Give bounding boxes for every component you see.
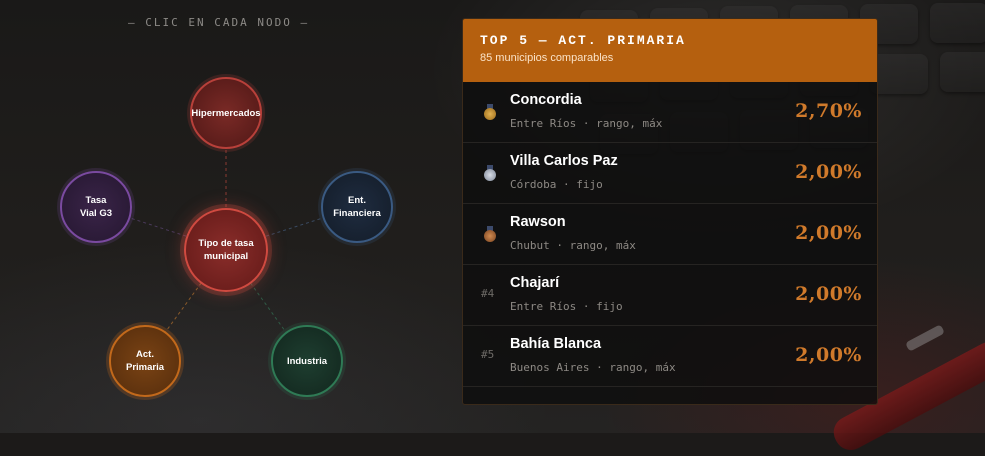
- row-city: Rawson: [510, 214, 566, 230]
- graph-node-ent-financiera-label: Ent. Financiera: [333, 195, 381, 219]
- row-meta: Buenos Aires · rango, máx: [510, 361, 676, 374]
- graph-node-center[interactable]: Tipo de tasa municipal: [184, 208, 268, 292]
- row-rank: #4: [481, 287, 495, 300]
- graph-node-ent-financiera[interactable]: Ent. Financiera: [321, 171, 393, 243]
- row-value: 2,00%: [795, 283, 862, 305]
- bronze-medal-icon: [484, 226, 496, 242]
- row-rank: #5: [481, 348, 495, 361]
- top5-panel: TOP 5 — ACT. PRIMARIA 85 municipios comp…: [462, 18, 878, 405]
- gold-medal-icon: [484, 104, 496, 120]
- row-city: Villa Carlos Paz: [510, 153, 618, 169]
- row-value: 2,70%: [795, 100, 862, 122]
- row-city: Concordia: [510, 92, 582, 108]
- row-meta: Córdoba · fijo: [510, 178, 603, 191]
- row-meta: Entre Ríos · rango, máx: [510, 117, 663, 130]
- graph-node-industria-label: Industria: [286, 355, 328, 367]
- graph-node-act-primaria[interactable]: Act. Primaria: [109, 325, 181, 397]
- row-value: 2,00%: [795, 161, 862, 183]
- graph-node-center-label: Tipo de tasa municipal: [198, 238, 254, 262]
- ranking-row[interactable]: Rawson Chubut · rango, máx 2,00%: [463, 204, 877, 265]
- graph-node-hipermercados[interactable]: Hipermercados: [190, 77, 262, 149]
- ranking-row[interactable]: Villa Carlos Paz Córdoba · fijo 2,00%: [463, 143, 877, 204]
- panel-title: TOP 5 — ACT. PRIMARIA: [480, 33, 686, 48]
- row-meta: Entre Ríos · fijo: [510, 300, 623, 313]
- silver-medal-icon: [484, 165, 496, 181]
- row-value: 2,00%: [795, 344, 862, 366]
- graph-node-tasa-vial[interactable]: Tasa Vial G3: [60, 171, 132, 243]
- panel-subtitle: 85 municipios comparables: [480, 52, 614, 64]
- ranking-row[interactable]: #5 Bahía Blanca Buenos Aires · rango, má…: [463, 326, 877, 387]
- panel-header: TOP 5 — ACT. PRIMARIA 85 municipios comp…: [463, 19, 877, 82]
- graph-node-hipermercados-label: Hipermercados: [191, 107, 261, 119]
- row-city: Bahía Blanca: [510, 336, 602, 352]
- graph-node-tasa-vial-label: Tasa Vial G3: [79, 195, 113, 219]
- ranking-row[interactable]: Concordia Entre Ríos · rango, máx 2,70%: [463, 82, 877, 143]
- row-value: 2,00%: [795, 222, 862, 244]
- row-meta: Chubut · rango, máx: [510, 239, 636, 252]
- ranking-row[interactable]: #4 Chajarí Entre Ríos · fijo 2,00%: [463, 265, 877, 326]
- graph-node-act-primaria-label: Act. Primaria: [125, 349, 165, 373]
- row-city: Chajarí: [510, 275, 560, 291]
- graph-node-industria[interactable]: Industria: [271, 325, 343, 397]
